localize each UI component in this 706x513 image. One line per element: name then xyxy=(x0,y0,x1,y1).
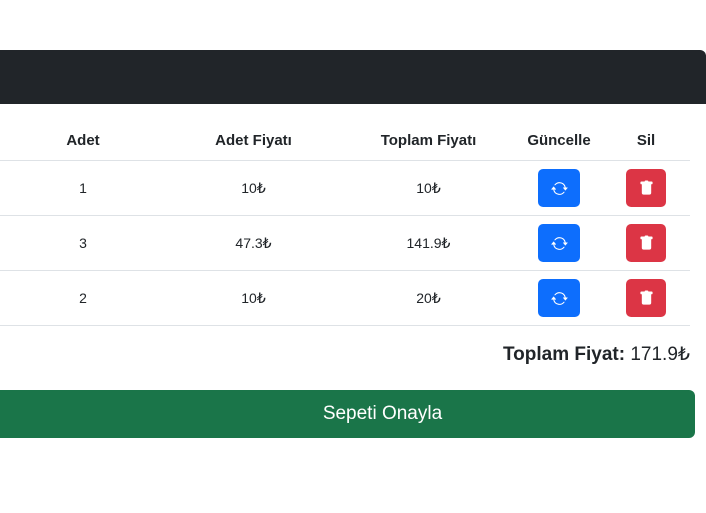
row-qty: 1 xyxy=(0,160,166,216)
total-value: 171.9₺ xyxy=(630,344,690,365)
column-header-unit-price: Adet Fiyatı xyxy=(166,120,341,161)
row-qty: 2 xyxy=(0,270,166,326)
trash-icon xyxy=(639,235,653,250)
refresh-icon xyxy=(550,181,568,195)
table-row: 1 10₺ 10₺ xyxy=(0,160,690,216)
row-delete-cell xyxy=(602,160,690,216)
delete-button[interactable] xyxy=(626,279,666,317)
cart-page: Adet Adet Fiyatı Toplam Fiyatı Güncelle … xyxy=(0,0,706,513)
trash-icon xyxy=(639,290,653,305)
column-header-update: Güncelle xyxy=(516,120,602,161)
row-qty: 3 xyxy=(0,215,166,271)
row-unit-price: 47.3₺ xyxy=(166,215,341,271)
row-total-price: 141.9₺ xyxy=(341,215,516,271)
table-header-row: Adet Adet Fiyatı Toplam Fiyatı Güncelle … xyxy=(0,120,690,161)
update-button[interactable] xyxy=(538,169,580,207)
table-row: 3 47.3₺ 141.9₺ xyxy=(0,215,690,271)
confirm-cart-button[interactable]: Sepeti Onayla xyxy=(0,390,695,438)
table-row: 2 10₺ 20₺ xyxy=(0,270,690,326)
total-label: Toplam Fiyat: xyxy=(502,344,626,365)
row-unit-price: 10₺ xyxy=(166,270,341,326)
column-header-qty: Adet xyxy=(0,120,166,161)
row-unit-price: 10₺ xyxy=(166,160,341,216)
row-total-price: 20₺ xyxy=(341,270,516,326)
refresh-icon xyxy=(550,291,568,305)
row-update-cell xyxy=(516,270,602,326)
row-update-cell xyxy=(516,160,602,216)
delete-button[interactable] xyxy=(626,169,666,207)
delete-button[interactable] xyxy=(626,224,666,262)
update-button[interactable] xyxy=(538,224,580,262)
cart-total: Toplam Fiyat: 171.9₺ xyxy=(503,343,690,366)
row-delete-cell xyxy=(602,270,690,326)
trash-icon xyxy=(639,180,653,195)
update-button[interactable] xyxy=(538,279,580,317)
column-header-total-price: Toplam Fiyatı xyxy=(341,120,516,161)
row-total-price: 10₺ xyxy=(341,160,516,216)
column-header-delete: Sil xyxy=(602,120,690,161)
row-update-cell xyxy=(516,215,602,271)
row-delete-cell xyxy=(602,215,690,271)
cart-table: Adet Adet Fiyatı Toplam Fiyatı Güncelle … xyxy=(0,120,690,326)
table-header-bar xyxy=(0,50,706,104)
refresh-icon xyxy=(550,236,568,250)
